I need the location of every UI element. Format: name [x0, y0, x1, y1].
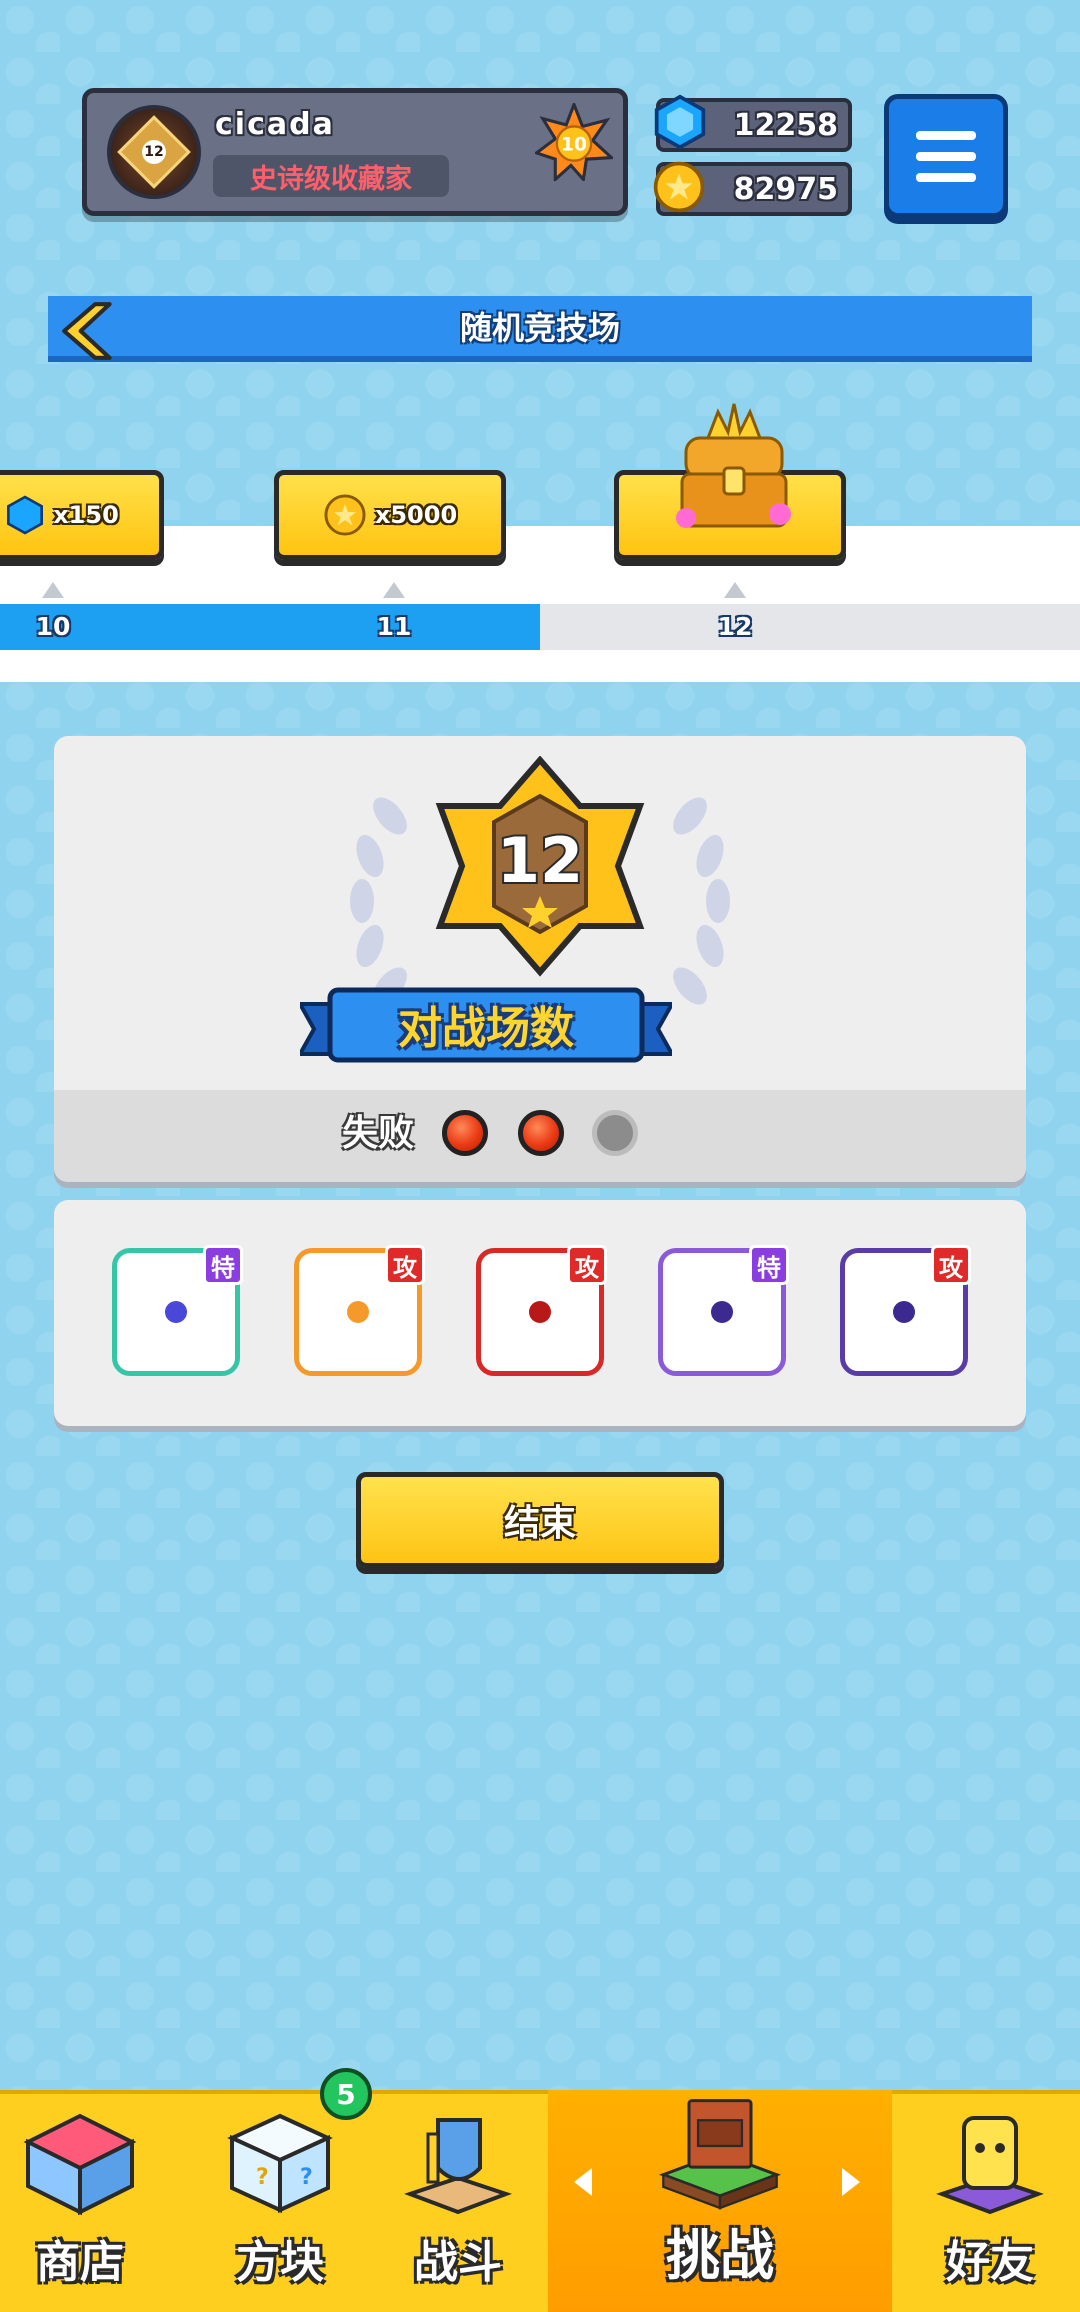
track-tick-label: 12: [717, 612, 753, 641]
track-tick-label: 10: [35, 612, 71, 641]
avatar-rank-badge-icon: 12: [117, 115, 191, 189]
loss-indicator: [518, 1110, 564, 1156]
page-title: 随机竞技场: [459, 309, 620, 347]
reward-qty: x150: [53, 501, 119, 529]
nav-label: 方块: [236, 2237, 324, 2288]
loss-indicator: [592, 1110, 638, 1156]
treasure-chest-icon: [676, 403, 791, 528]
menu-button[interactable]: [884, 94, 1008, 218]
dice-type-tag: 攻: [567, 1245, 607, 1285]
shop-icon: [23, 2113, 137, 2216]
loss-label: 失败: [342, 1113, 415, 1154]
dice-pip: [529, 1301, 551, 1323]
gem-amount: 12258: [733, 108, 838, 143]
target-dice-icon[interactable]: 攻: [294, 1245, 425, 1376]
nav-label: 挑战: [666, 2224, 774, 2287]
avatar-level: 12: [142, 140, 166, 164]
fire-dice-icon[interactable]: 攻: [476, 1245, 607, 1376]
dice-type-tag: 特: [749, 1245, 789, 1285]
player-title: 史诗级收藏家: [213, 155, 449, 197]
deck-card: 特 攻 攻 特 攻: [54, 1200, 1026, 1426]
battle-count-label: 对战场数: [398, 1003, 574, 1054]
reward-qty: x5000: [374, 501, 458, 529]
nav-item-friends[interactable]: 好友: [910, 2090, 1070, 2312]
hamburger-line: [916, 172, 976, 182]
end-button[interactable]: 结束: [356, 1472, 724, 1568]
level-star-icon: 10: [535, 103, 613, 181]
track-tick: [724, 582, 746, 598]
gem-icon: [7, 495, 44, 535]
track-tick-label: 11: [376, 612, 412, 641]
dice-pip: [893, 1301, 915, 1323]
avatar[interactable]: 12: [107, 105, 201, 199]
svg-text:?: ?: [300, 2165, 313, 2190]
reward-gems[interactable]: x150: [0, 470, 164, 560]
nav-prev-arrow-icon[interactable]: [574, 2168, 592, 2196]
loss-indicator: [442, 1110, 488, 1156]
battle-shield-icon: [404, 2118, 512, 2215]
friends-dice-icon: [936, 2116, 1044, 2215]
reward-coins[interactable]: x5000: [274, 470, 506, 560]
challenge-signboard-icon: [658, 2099, 782, 2210]
dice-pip: [165, 1301, 187, 1323]
hamburger-line: [916, 130, 976, 140]
battle-count-card: 12 对战场数 失败: [54, 736, 1026, 1182]
coin-icon: [653, 161, 705, 213]
nav-label: 战斗: [414, 2237, 502, 2288]
tab-challenge[interactable]: 挑战: [600, 2090, 840, 2312]
nav-label: 商店: [36, 2237, 124, 2288]
dragon-dice-icon[interactable]: 攻: [840, 1245, 971, 1376]
dice-pip: [347, 1301, 369, 1323]
track-tick: [42, 582, 64, 598]
player-level: 10: [561, 135, 587, 156]
dice-type-tag: 攻: [931, 1245, 971, 1285]
nav-item-dice[interactable]: ? ? 方块: [200, 2090, 360, 2312]
username: cicada: [215, 107, 335, 142]
track-tick: [383, 582, 405, 598]
coin-amount: 82975: [733, 172, 838, 207]
crack-dice-icon[interactable]: 特: [658, 1245, 789, 1376]
svg-text:?: ?: [256, 2165, 269, 2190]
nav-item-battle[interactable]: 战斗: [378, 2090, 538, 2312]
nav-label: 好友: [946, 2237, 1034, 2288]
coin-icon: [324, 494, 366, 536]
healing-hands-dice-icon[interactable]: 特: [112, 1245, 243, 1376]
dice-notification-badge: 5: [320, 2068, 372, 2120]
gem-icon: [654, 94, 706, 150]
nav-item-shop[interactable]: 商店: [0, 2090, 160, 2312]
dice-type-tag: 特: [203, 1245, 243, 1285]
battle-count: 12: [497, 824, 583, 897]
dice-type-tag: 攻: [385, 1245, 425, 1285]
dice-box-icon: ? ?: [227, 2113, 333, 2214]
header-banner: 随机竞技场: [48, 296, 1032, 362]
hamburger-line: [916, 151, 976, 161]
profile-panel[interactable]: 12 cicada 史诗级收藏家 10: [82, 88, 628, 216]
nav-next-arrow-icon[interactable]: [842, 2168, 860, 2196]
back-arrow-icon[interactable]: [60, 300, 122, 362]
dice-pip: [711, 1301, 733, 1323]
